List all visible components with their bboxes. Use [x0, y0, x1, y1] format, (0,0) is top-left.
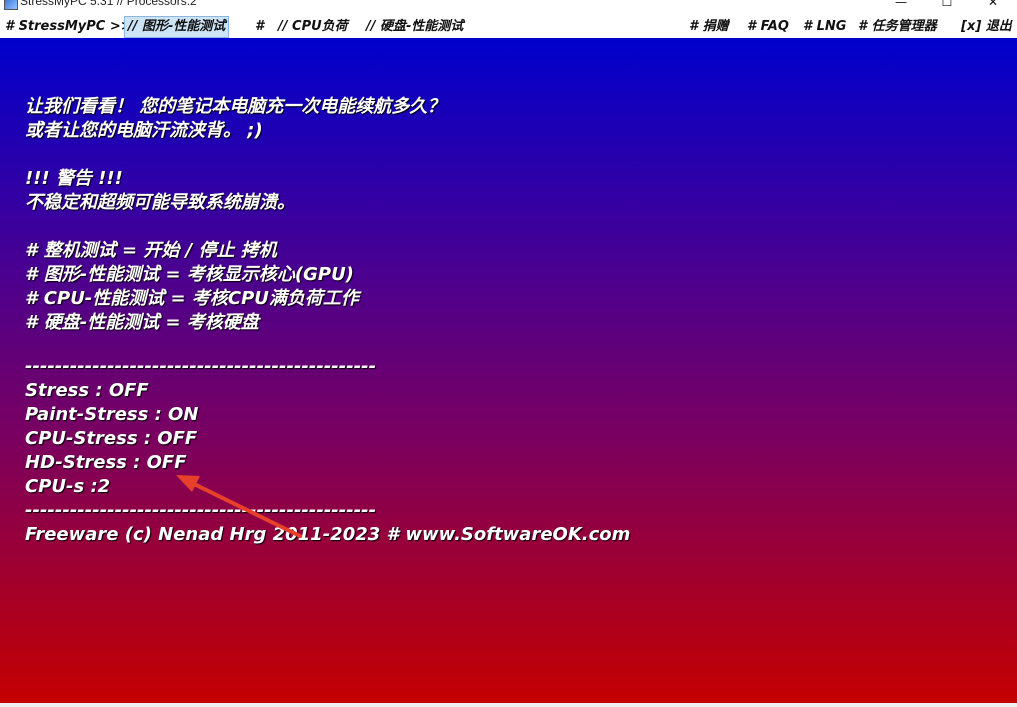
menu-disk-test[interactable]: // 硬盘-性能测试 — [363, 17, 466, 37]
window-bottom-edge — [0, 703, 1017, 707]
help-line-2: # 图形-性能测试 = 考核显示核心(GPU) — [25, 264, 354, 285]
status-stress: Stress : OFF — [25, 380, 149, 401]
help-line-3: # CPU-性能测试 = 考核CPU满负荷工作 — [25, 288, 359, 309]
minimize-button[interactable]: — — [878, 0, 924, 11]
menu-graphics-test[interactable]: // 图形-性能测试 — [124, 16, 230, 38]
window-title: StressMyPC 5.31 // Processors:2 — [20, 0, 197, 8]
close-button[interactable]: ✕ — [970, 0, 1016, 11]
app-icon — [4, 0, 18, 10]
menu-task-manager[interactable]: # 任务管理器 — [855, 17, 940, 37]
menu-donate[interactable]: # 捐赠 — [686, 17, 732, 37]
warning-text: 不稳定和超频可能导致系统崩溃。 — [25, 192, 295, 213]
footer-copyright: Freeware (c) Nenad Hrg 2011-2023 # www.S… — [25, 524, 631, 545]
menu-hash[interactable]: # — [252, 17, 267, 37]
menu-cpu-load[interactable]: // CPU负荷 — [275, 17, 351, 37]
intro-line-2: 或者让您的电脑汗流浃背。 ;) — [25, 120, 263, 141]
separator-bottom: ----------------------------------------… — [25, 500, 377, 521]
status-cpu-count: CPU-s :2 — [25, 476, 111, 497]
help-line-1: # 整机测试 = 开始 / 停止 拷机 — [25, 240, 277, 261]
stress-display-area[interactable]: 让我们看看！ 您的笔记本电脑充一次电能续航多久？ 或者让您的电脑汗流浃背。 ;)… — [0, 38, 1017, 703]
title-bar: StressMyPC 5.31 // Processors:2 — ☐ ✕ — [0, 0, 1017, 12]
intro-line-1: 让我们看看！ 您的笔记本电脑充一次电能续航多久？ — [25, 96, 446, 117]
warning-title: !!! 警告 !!! — [25, 168, 123, 189]
status-cpu-stress: CPU-Stress : OFF — [25, 428, 198, 449]
menu-bar: # StressMyPC >> // 图形-性能测试 # // CPU负荷 //… — [0, 14, 1017, 38]
menu-stressmypc[interactable]: # StressMyPC >> — [2, 17, 135, 37]
menu-language[interactable]: # LNG — [800, 17, 849, 37]
status-hd-stress: HD-Stress : OFF — [25, 452, 187, 473]
menu-exit[interactable]: [x] 退出 — [958, 17, 1015, 37]
menu-faq[interactable]: # FAQ — [744, 17, 792, 37]
separator-top: ----------------------------------------… — [25, 356, 377, 377]
help-line-4: # 硬盘-性能测试 = 考核硬盘 — [25, 312, 259, 333]
maximize-button[interactable]: ☐ — [924, 0, 970, 11]
status-paint-stress: Paint-Stress : ON — [25, 404, 199, 425]
